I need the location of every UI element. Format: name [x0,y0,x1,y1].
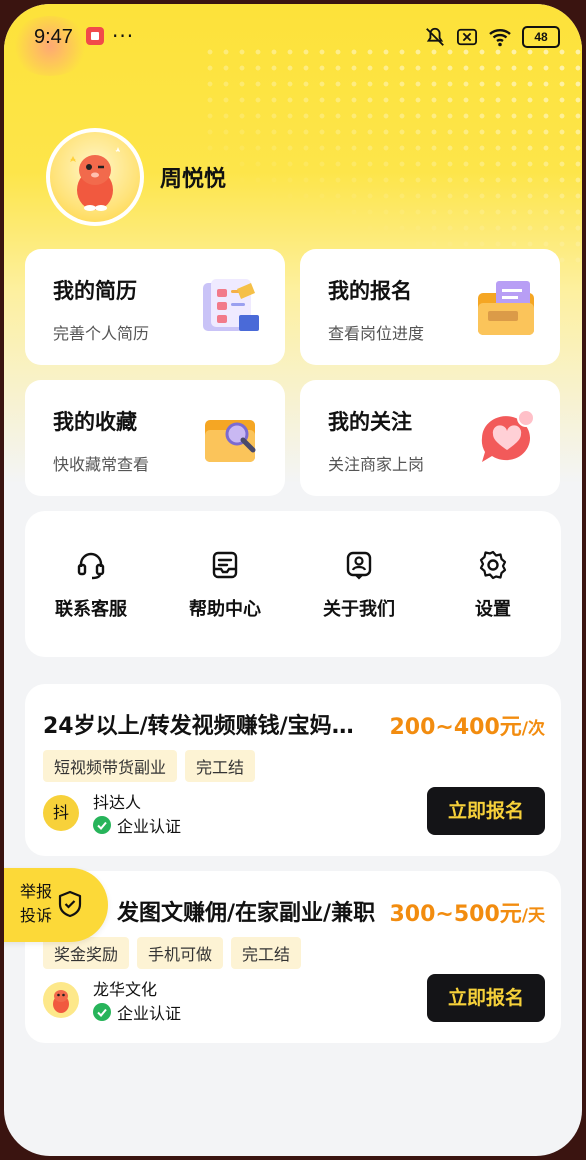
job-price: 300~500元/天 [389,902,546,927]
quick-item-label: 设置 [475,599,511,620]
gear-icon [479,550,507,580]
folder-document-icon [478,281,534,335]
help-inbox-icon [212,551,238,579]
company-name: 龙华文化 [93,980,158,999]
app-notification-icon [86,27,104,45]
badge-icon [346,551,372,580]
check-circle-icon [93,816,111,834]
job-tags: 短视频带货副业 完工结 [43,750,256,782]
job-tag: 完工结 [185,750,256,782]
follows-card[interactable]: 我的关注 关注商家上岗 [300,380,560,496]
card-title: 我的收藏 [53,410,137,434]
job-title: 24岁以上/转发视频赚钱/宝妈宝爸 [43,714,373,739]
company-logo: 抖 [43,795,79,831]
status-bar: 9:47 ··· 48 [4,4,582,74]
company-logo [43,982,79,1018]
quick-item-label: 帮助中心 [189,599,261,620]
mascot-icon [70,147,120,211]
status-time: 9:47 [34,26,73,48]
registration-card[interactable]: 我的报名 查看岗位进度 [300,249,560,365]
quick-item-customer-service[interactable]: 联系客服 [31,549,151,621]
heart-chat-icon [481,409,535,462]
quick-item-help-center[interactable]: 帮助中心 [165,549,285,621]
company-verification: 企业认证 [93,813,181,837]
check-circle-icon [93,1003,111,1021]
company-name: 抖达人 [93,793,142,812]
card-title: 我的报名 [328,279,412,303]
username[interactable]: 周悦悦 [160,161,226,193]
quick-item-label: 关于我们 [323,599,395,620]
card-title: 我的简历 [53,279,137,303]
company-verification: 企业认证 [93,1000,181,1024]
more-notifications-icon: ··· [112,24,135,48]
job-tag: 手机可做 [137,937,224,969]
report-complaint-button[interactable]: 举报 投诉 [4,868,108,942]
card-subtitle: 快收藏常查看 [53,455,150,474]
quick-menu: 联系客服 帮助中心 关于我们 设置 [25,511,561,657]
job-tag: 完工结 [231,937,302,969]
job-title: 发图文赚佣/在家副业/兼职 [117,901,376,926]
mascot-icon [53,990,69,1013]
quick-item-about-us[interactable]: 关于我们 [299,549,419,621]
favorites-card[interactable]: 我的收藏 快收藏常查看 [25,380,285,496]
job-tag: 短视频带货副业 [43,750,178,782]
resume-icon [203,279,259,331]
phone-screen: 9:47 ··· 48 周悦悦 我的简历 完善个人简历 我的报名 查看岗位进度 … [4,4,582,1156]
card-title: 我的关注 [328,410,412,434]
quick-item-settings[interactable]: 设置 [433,549,553,621]
headset-icon [77,552,105,580]
dot-pattern [202,44,582,264]
card-subtitle: 关注商家上岗 [328,455,425,474]
card-subtitle: 完善个人简历 [53,324,150,343]
wifi-icon [489,29,511,47]
battery-indicator: 48 [522,26,560,48]
shield-check-icon [58,890,82,918]
sim-off-icon [457,28,477,46]
apply-button[interactable]: 立即报名 [427,974,545,1022]
quick-item-label: 联系客服 [55,599,127,620]
apply-button[interactable]: 立即报名 [427,787,545,835]
folder-search-icon [205,420,256,462]
avatar[interactable] [46,128,144,226]
job-price: 200~400元/次 [389,715,546,740]
job-card[interactable]: 24岁以上/转发视频赚钱/宝妈宝爸 200~400元/次 短视频带货副业 完工结… [25,684,561,856]
mute-icon [426,27,444,46]
card-subtitle: 查看岗位进度 [328,324,425,343]
report-label: 举报 投诉 [20,882,53,925]
resume-card[interactable]: 我的简历 完善个人简历 [25,249,285,365]
job-tags: 奖金奖励 手机可做 完工结 [43,937,302,969]
